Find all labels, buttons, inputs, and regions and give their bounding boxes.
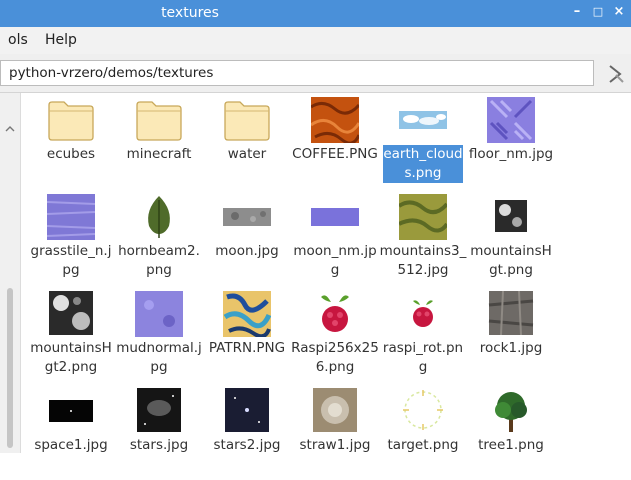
file-item[interactable]: Raspi256x256.png bbox=[291, 287, 379, 383]
scroll-up-icon bbox=[5, 126, 15, 132]
file-label: tree1.png bbox=[478, 437, 544, 453]
side-pane bbox=[0, 93, 21, 453]
pattern-texture-icon bbox=[223, 291, 271, 337]
file-label: stars2.jpg bbox=[213, 437, 281, 453]
file-label: moon_nm.jpg bbox=[293, 243, 377, 278]
file-item[interactable]: PATRN.PNG bbox=[203, 287, 291, 383]
file-label: floor_nm.jpg bbox=[468, 146, 554, 162]
scrollbar[interactable] bbox=[0, 93, 20, 453]
rock-texture-icon bbox=[488, 291, 534, 336]
file-item[interactable]: moon_nm.jpg bbox=[291, 190, 379, 286]
file-item[interactable]: stars.jpg bbox=[115, 384, 203, 480]
scroll-thumb bbox=[7, 288, 13, 448]
grass-normal-map-icon bbox=[47, 194, 95, 240]
moon-texture-icon bbox=[223, 208, 271, 226]
file-label: target.png bbox=[387, 437, 459, 453]
target-icon bbox=[403, 390, 443, 430]
file-label: raspi_rot.png bbox=[382, 340, 464, 375]
maximize-icon[interactable]: □ bbox=[590, 4, 606, 20]
file-label: COFFEE.PNG bbox=[292, 146, 378, 162]
file-item[interactable]: tree1.png bbox=[467, 384, 555, 480]
file-label: moon.jpg bbox=[215, 243, 279, 259]
stars-texture-icon bbox=[137, 388, 181, 432]
file-item[interactable]: straw1.jpg bbox=[291, 384, 379, 480]
file-label: stars.jpg bbox=[129, 437, 189, 453]
tree-icon bbox=[495, 392, 527, 432]
raspberry-logo-icon bbox=[321, 295, 349, 332]
straw-texture-icon bbox=[313, 388, 357, 432]
raspberry-logo-icon bbox=[413, 300, 433, 327]
location-bar: python-vrzero/demos/textures bbox=[0, 54, 631, 93]
file-label: mountainsHgt.png bbox=[470, 243, 552, 278]
folder-icon bbox=[48, 101, 94, 141]
location-path: python-vrzero/demos/textures bbox=[9, 65, 214, 81]
minimize-icon[interactable]: – bbox=[569, 4, 585, 20]
coffee-texture-icon bbox=[311, 97, 359, 143]
window-titlebar[interactable]: textures – □ × bbox=[0, 0, 631, 27]
file-label: straw1.jpg bbox=[299, 437, 371, 453]
space-texture-icon bbox=[49, 400, 93, 422]
heightmap-icon bbox=[495, 200, 527, 232]
file-item[interactable]: floor_nm.jpg bbox=[467, 93, 555, 189]
menu-tools[interactable]: ols bbox=[8, 32, 28, 48]
file-label: space1.jpg bbox=[34, 437, 108, 453]
file-item[interactable]: earth_clouds.png bbox=[379, 93, 467, 189]
file-item[interactable]: mudnormal.jpg bbox=[115, 287, 203, 383]
clouds-texture-icon bbox=[399, 111, 447, 129]
mountains-texture-icon bbox=[399, 194, 447, 240]
file-item[interactable]: rock1.jpg bbox=[467, 287, 555, 383]
file-grid: ecubes minecraft water COFFEE.PNG earth_… bbox=[22, 93, 631, 453]
file-label: mudnormal.jpg bbox=[116, 340, 202, 375]
file-item[interactable]: moon.jpg bbox=[203, 190, 291, 286]
stars-texture-icon bbox=[225, 388, 269, 432]
file-item[interactable]: hornbeam2.png bbox=[115, 190, 203, 286]
file-label: grasstile_n.jpg bbox=[30, 243, 112, 278]
file-item[interactable]: raspi_rot.png bbox=[379, 287, 467, 383]
file-item[interactable]: space1.jpg bbox=[27, 384, 115, 480]
file-label: PATRN.PNG bbox=[208, 340, 286, 356]
folder-icon bbox=[224, 101, 270, 141]
file-label-selected: earth_clouds.png bbox=[383, 145, 463, 183]
file-item[interactable]: mountainsHgt2.png bbox=[27, 287, 115, 383]
go-icon[interactable] bbox=[604, 63, 626, 85]
file-label: minecraft bbox=[126, 146, 192, 162]
location-field[interactable]: python-vrzero/demos/textures bbox=[0, 60, 594, 86]
moon-normal-map-icon bbox=[311, 208, 359, 226]
heightmap-icon bbox=[49, 291, 93, 335]
menu-help[interactable]: Help bbox=[45, 32, 77, 48]
file-item[interactable]: mountainsHgt.png bbox=[467, 190, 555, 286]
file-item[interactable]: grasstile_n.jpg bbox=[27, 190, 115, 286]
file-label: water bbox=[227, 146, 267, 162]
window-title: textures bbox=[161, 5, 219, 21]
file-item[interactable]: stars2.jpg bbox=[203, 384, 291, 480]
file-label: ecubes bbox=[46, 146, 96, 162]
file-label: hornbeam2.png bbox=[118, 243, 200, 278]
file-item[interactable]: mountains3_512.jpg bbox=[379, 190, 467, 286]
file-item[interactable]: target.png bbox=[379, 384, 467, 480]
file-item[interactable]: ecubes bbox=[27, 93, 115, 189]
mud-normal-map-icon bbox=[135, 291, 183, 337]
menubar: ols Help bbox=[0, 27, 631, 54]
file-item[interactable]: COFFEE.PNG bbox=[291, 93, 379, 189]
close-icon[interactable]: × bbox=[611, 4, 627, 20]
file-label: rock1.jpg bbox=[479, 340, 543, 356]
hornbeam-leaf-icon bbox=[148, 196, 170, 238]
file-label: mountainsHgt2.png bbox=[30, 340, 112, 375]
floor-normal-map-icon bbox=[487, 97, 535, 143]
file-item[interactable]: water bbox=[203, 93, 291, 189]
file-label: mountains3_512.jpg bbox=[379, 243, 467, 278]
folder-icon bbox=[136, 101, 182, 141]
file-item[interactable]: minecraft bbox=[115, 93, 203, 189]
file-label: Raspi256x256.png bbox=[291, 340, 379, 375]
